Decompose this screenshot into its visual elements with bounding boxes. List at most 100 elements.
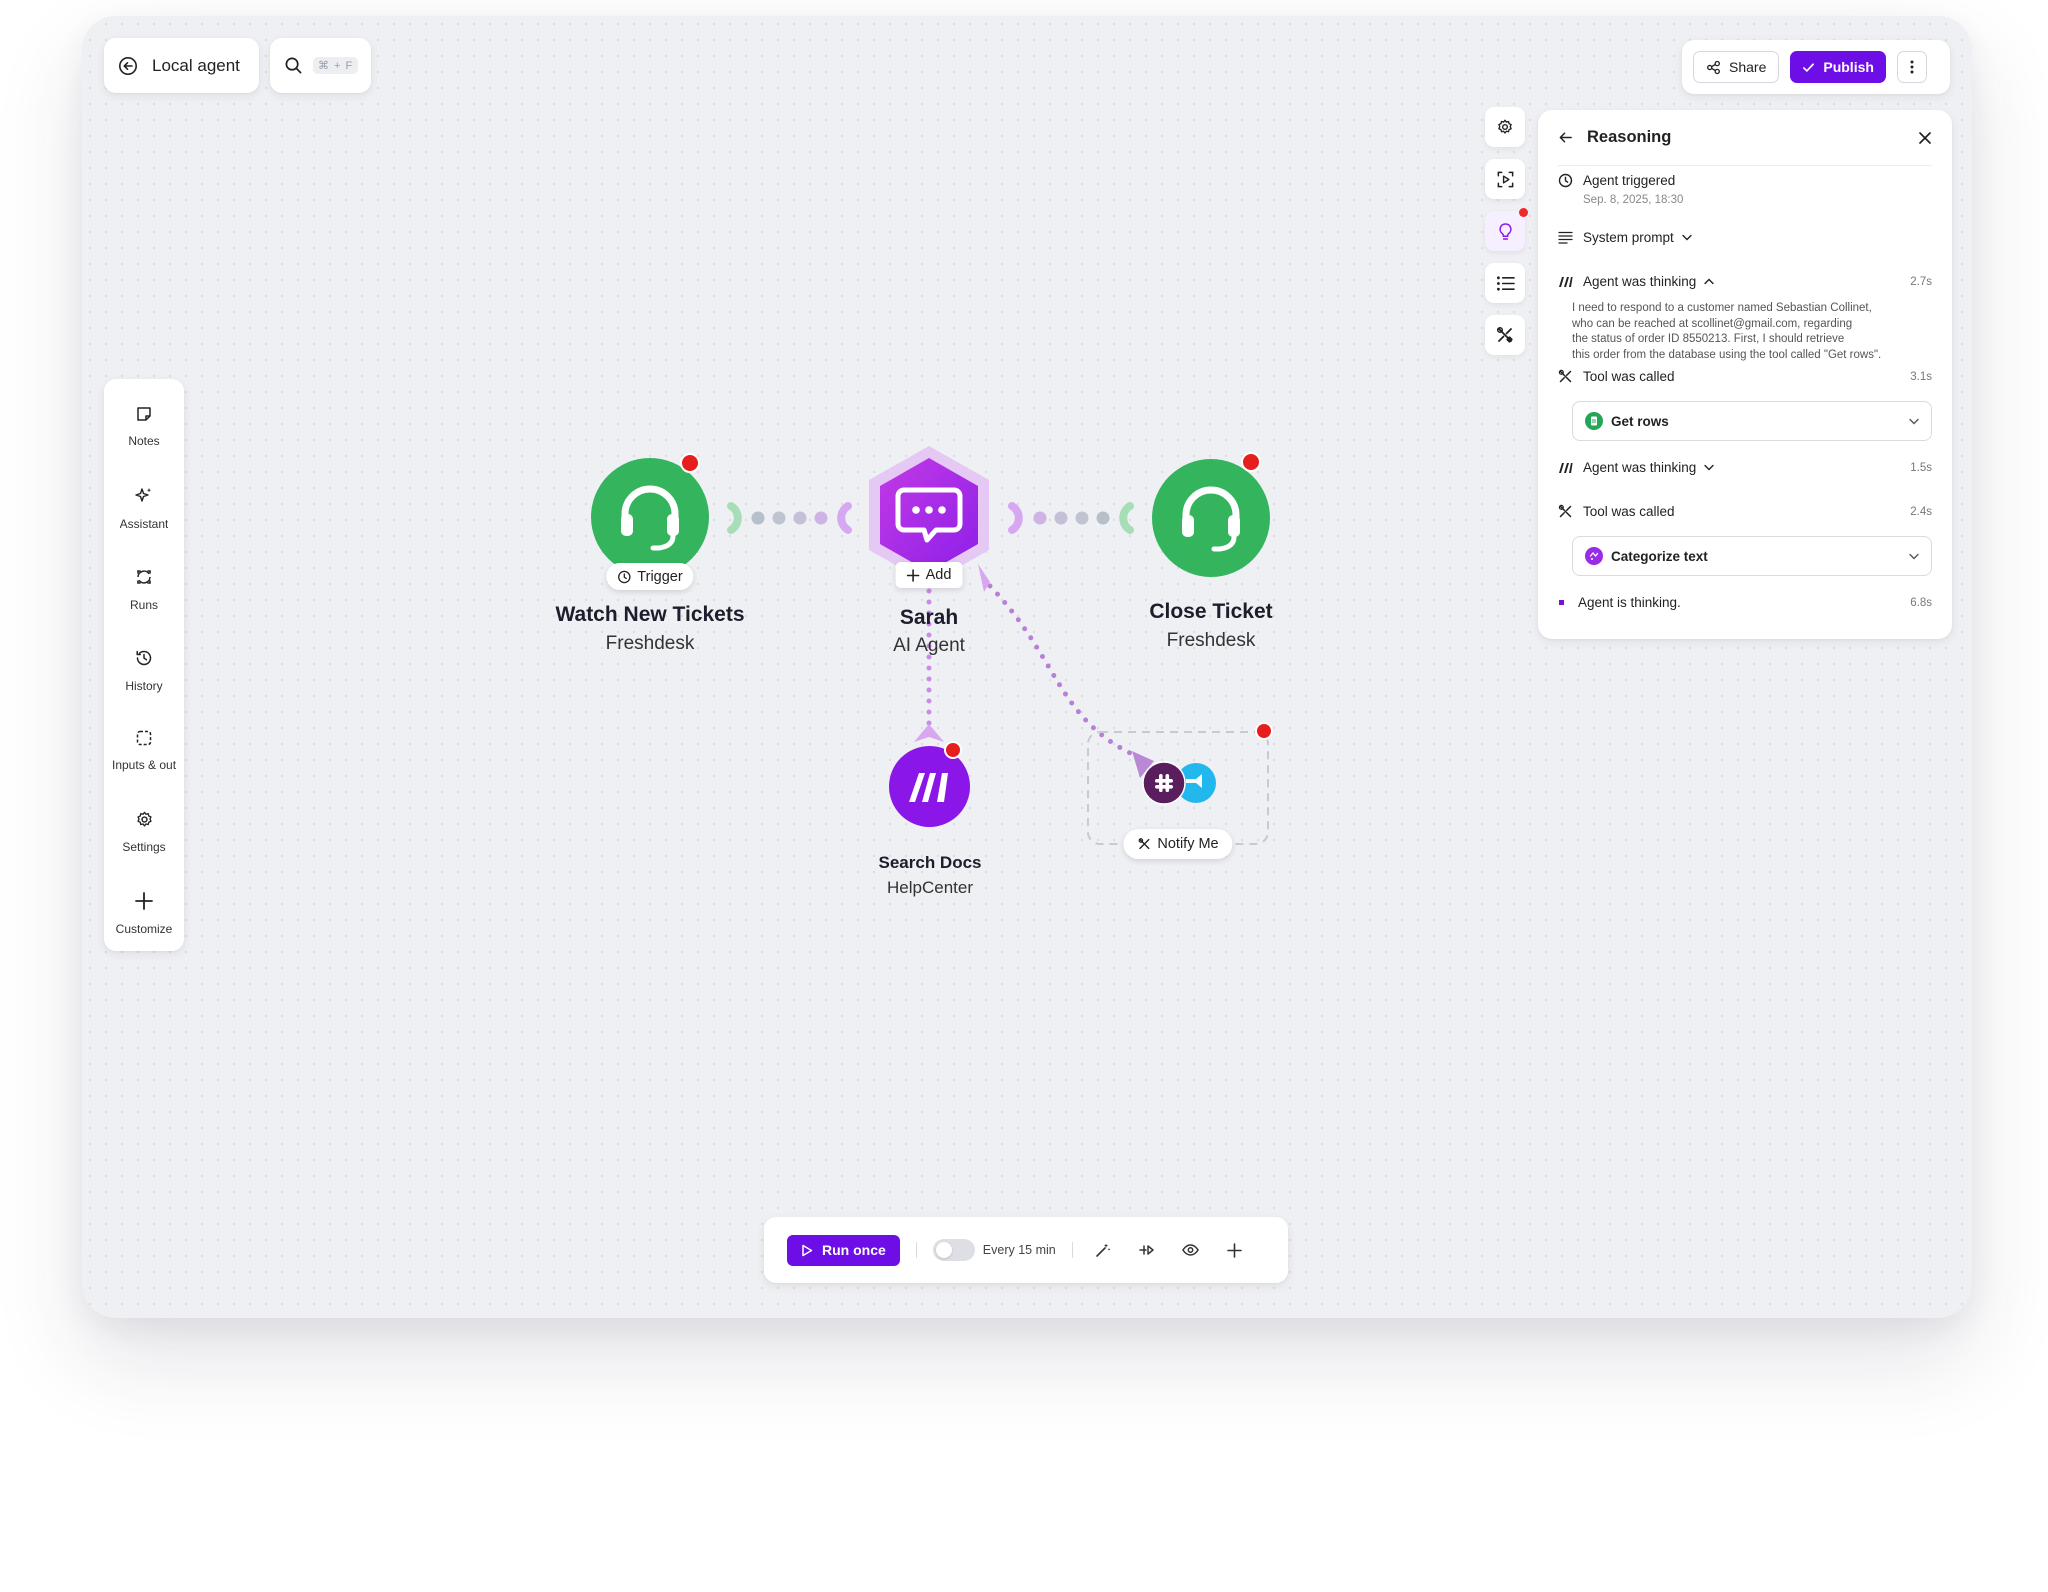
back-arrow-icon[interactable]: [1558, 130, 1573, 145]
status-label: Agent is thinking.: [1578, 595, 1681, 610]
magic-wand-button[interactable]: [1089, 1242, 1117, 1258]
headset-icon: [1152, 459, 1270, 577]
event-thinking-1[interactable]: Agent was thinking 2.7s: [1558, 274, 1932, 289]
notify-me-badge[interactable]: Notify Me: [1123, 829, 1233, 859]
panel-header: Reasoning: [1558, 110, 1932, 166]
tool-get-rows[interactable]: Get rows: [1572, 401, 1932, 441]
reasoning-panel: Reasoning Agent triggered Sep. 8, 2025, …: [1538, 110, 1952, 639]
chevron-down-icon: [1909, 553, 1919, 560]
event-label: Tool was called: [1583, 504, 1675, 519]
tool-name: Get rows: [1611, 413, 1669, 429]
node-subtitle: HelpCenter: [887, 878, 973, 897]
divider: [915, 1242, 917, 1258]
text-lines-icon: [1558, 231, 1573, 244]
trigger-badge[interactable]: Trigger: [606, 563, 694, 590]
trigger-badge-label: Trigger: [637, 568, 683, 585]
alert-dot: [1241, 452, 1261, 472]
strip-reasoning-button[interactable]: [1485, 208, 1528, 251]
plus-icon: [906, 568, 920, 582]
alert-dot: [1255, 722, 1273, 740]
run-once-label: Run once: [822, 1242, 886, 1258]
clock-icon: [1558, 173, 1573, 188]
event-label: Agent triggered: [1583, 173, 1676, 188]
strip-tools-button[interactable]: [1485, 315, 1525, 355]
preview-button[interactable]: [1177, 1244, 1205, 1256]
make-logo-icon: [1558, 276, 1573, 288]
node-title: Watch New Tickets: [555, 603, 745, 626]
strip-list-button[interactable]: [1485, 263, 1525, 303]
lightbulb-icon: [1497, 222, 1514, 241]
thinking-line: the status of order ID 8550213. First, I…: [1572, 333, 1845, 345]
notify-label: Notify Me: [1157, 836, 1219, 852]
tool-name: Categorize text: [1611, 548, 1708, 564]
flow-arrow-icon: [1138, 1243, 1155, 1257]
thinking-text: I need to respond to a customer named Se…: [1572, 301, 1932, 363]
make-logo-icon: [1558, 462, 1573, 474]
event-agent-triggered: Agent triggered: [1558, 173, 1932, 188]
node-search-docs[interactable]: [889, 746, 970, 827]
event-agent-thinking-status: Agent is thinking. 6.8s: [1558, 595, 1932, 610]
tools-icon: [1137, 837, 1151, 851]
chevron-down-icon: [1704, 464, 1715, 471]
event-duration: 1.5s: [1910, 461, 1932, 474]
tool-categorize-text[interactable]: Categorize text: [1572, 536, 1932, 576]
event-timestamp: Sep. 8, 2025, 18:30: [1583, 194, 1684, 206]
system-prompt-toggle[interactable]: System prompt: [1558, 230, 1932, 245]
system-prompt-label: System prompt: [1583, 230, 1674, 245]
alert-dot: [680, 453, 700, 473]
eye-icon: [1182, 1244, 1200, 1256]
node-title: Sarah: [899, 606, 959, 629]
make-logo-icon: [889, 746, 970, 827]
notify-app-icons[interactable]: [1141, 760, 1221, 806]
flow-button[interactable]: [1133, 1243, 1161, 1257]
event-label: Tool was called: [1583, 369, 1675, 384]
app-window: Local agent ⌘ + F Share Publish Notes As…: [82, 16, 1972, 1318]
node-subtitle: Freshdesk: [1166, 630, 1256, 651]
node-title: Search Docs: [878, 853, 982, 872]
event-duration: 6.8s: [1910, 596, 1932, 609]
event-label: Agent was thinking: [1583, 460, 1697, 475]
strip-settings-button[interactable]: [1485, 107, 1525, 147]
sheets-icon: [1585, 412, 1603, 430]
event-duration: 3.1s: [1910, 370, 1932, 383]
thinking-line: this order from the database using the t…: [1572, 348, 1882, 361]
headset-icon: [591, 458, 709, 576]
event-tool-called-2: Tool was called 2.4s: [1558, 504, 1932, 519]
chevron-down-icon: [1682, 234, 1692, 241]
list-icon: [1496, 275, 1515, 292]
panel-title: Reasoning: [1587, 128, 1672, 146]
tools-icon: [1558, 369, 1573, 384]
node-close-ticket[interactable]: [1152, 459, 1270, 577]
chevron-up-icon: [1704, 278, 1715, 285]
play-icon: [801, 1244, 813, 1257]
focus-play-icon: [1496, 170, 1515, 189]
thinking-line: I need to respond to a customer named Se…: [1572, 302, 1872, 314]
node-subtitle: AI Agent: [893, 635, 965, 656]
node-subtitle: Freshdesk: [605, 633, 695, 654]
status-square-icon: [1559, 600, 1564, 605]
strip-preview-button[interactable]: [1485, 159, 1525, 199]
schedule-toggle[interactable]: [932, 1239, 975, 1261]
run-once-button[interactable]: Run once: [787, 1234, 900, 1266]
event-label: Agent was thinking: [1583, 274, 1697, 289]
notification-dot: [1519, 208, 1528, 217]
event-duration: 2.4s: [1910, 505, 1932, 518]
schedule-label: Every 15 min: [982, 1243, 1056, 1257]
event-tool-called-1: Tool was called 3.1s: [1558, 369, 1932, 384]
categorize-icon: [1585, 547, 1603, 565]
add-label: Add: [925, 567, 952, 583]
clock-icon: [617, 570, 631, 584]
chevron-down-icon: [1909, 418, 1919, 425]
thinking-line: who can be reached at scollinet@gmail.co…: [1572, 317, 1853, 330]
node-title: Close Ticket: [1149, 600, 1273, 623]
event-thinking-2[interactable]: Agent was thinking 1.5s: [1558, 460, 1932, 475]
plus-icon: [1227, 1242, 1243, 1258]
tools-icon: [1496, 326, 1514, 344]
gear-icon: [1496, 118, 1514, 136]
add-tool-button[interactable]: Add: [895, 562, 963, 588]
tools-icon: [1558, 504, 1573, 519]
add-button[interactable]: [1221, 1242, 1249, 1258]
alert-dot: [944, 741, 962, 759]
close-icon[interactable]: [1918, 131, 1932, 145]
node-watch-new-tickets[interactable]: [591, 458, 709, 576]
